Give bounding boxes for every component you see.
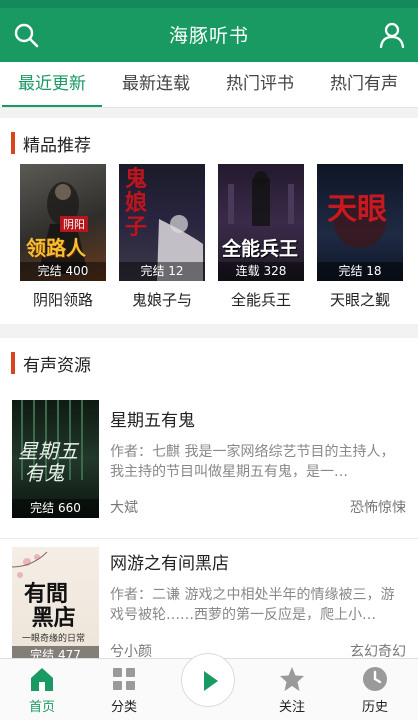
book-description: 作者：七麒 我是一家网络综艺节目的主持人，我主持的节目叫做星期五有鬼，是一… — [110, 444, 395, 480]
book-name: 鬼娘子与 — [131, 291, 192, 309]
book-description: 作者：二谦 游戏之中相处半年的情缘被三，游戏号被轮……西萝的第一反应是，爬上小… — [110, 587, 395, 623]
play-icon — [204, 671, 218, 691]
book-cover: 天眼 完结 18 — [317, 164, 403, 281]
play-button[interactable] — [181, 653, 235, 707]
tab-new-serials[interactable]: 最新连载 — [104, 62, 208, 107]
book-cover: 星期五 有鬼 完结 660 — [12, 400, 99, 518]
cover-title-text: 星期五 有鬼 — [18, 439, 78, 485]
tab-popular-storytelling[interactable]: 热门评书 — [208, 62, 312, 107]
book-cover: 阴阳 领路人 完结 400 — [20, 164, 106, 281]
nav-follow[interactable]: 关注 — [262, 665, 322, 715]
section-marker — [11, 352, 15, 374]
app-bar: 海豚听书 — [0, 8, 418, 62]
cover-title-text: 全能兵王 — [222, 238, 299, 260]
nav-history[interactable]: 历史 — [345, 665, 405, 715]
category-tabs: 最近更新 最新连载 热门评书 热门有声 — [0, 62, 418, 108]
status-bar — [0, 0, 418, 8]
book-title: 网游之有间黑店 — [110, 554, 229, 574]
featured-book[interactable]: 全能兵王 连载 328 全能兵王 — [218, 164, 308, 310]
book-cover: 鬼娘子 完结 12 — [119, 164, 205, 281]
book-narrator: 大斌 — [110, 500, 138, 516]
book-status: 完结 660 — [12, 499, 99, 518]
audio-section: 有声资源 星期五 有鬼 完结 660 星期五有鬼 作者：七麒 我是一家网络综艺节… — [0, 338, 418, 665]
book-cover: 全能兵王 连载 328 — [218, 164, 304, 281]
featured-section: 精品推荐 阴阳 领路人 完结 400 阴阳领路 鬼娘子 完结 12 鬼娘子与 全… — [0, 118, 418, 324]
cover-title-text: 有間 黑店 — [24, 582, 76, 631]
home-icon — [31, 668, 53, 691]
bottom-navigation: 首页 分类 关注 历史 — [0, 653, 418, 720]
section-marker — [11, 132, 15, 154]
book-title: 星期五有鬼 — [110, 411, 195, 431]
book-cover: 有間 黑店 一眼奇缘的日常 完结 477 — [12, 547, 99, 665]
cover-title-text: 领路人 — [26, 236, 86, 260]
tab-recent-updates[interactable]: 最近更新 — [0, 62, 104, 107]
audio-title: 有声资源 — [23, 355, 91, 376]
featured-title: 精品推荐 — [23, 135, 91, 156]
featured-book[interactable]: 天眼 完结 18 天眼之觐 — [317, 164, 407, 310]
book-status: 完结 12 — [119, 262, 205, 281]
profile-button[interactable] — [376, 19, 408, 51]
nav-history-label: 历史 — [361, 700, 388, 715]
list-item[interactable]: 星期五 有鬼 完结 660 星期五有鬼 作者：七麒 我是一家网络综艺节目的主持人… — [0, 400, 418, 536]
app-title: 海豚听书 — [168, 25, 249, 47]
star-icon — [280, 667, 304, 691]
cover-title-text: 鬼娘子 — [125, 167, 148, 240]
nav-category-label: 分类 — [110, 700, 137, 715]
book-name: 全能兵王 — [230, 291, 291, 309]
cover-subtitle: 一眼奇缘的日常 — [22, 634, 86, 644]
featured-book[interactable]: 阴阳 领路人 完结 400 阴阳领路 — [20, 164, 110, 310]
featured-book[interactable]: 鬼娘子 完结 12 鬼娘子与 — [119, 164, 209, 310]
cover-title-badge: 阴阳 — [60, 216, 88, 232]
user-icon — [379, 22, 405, 49]
tab-popular-audio[interactable]: 热门有声 — [312, 62, 416, 107]
nav-category[interactable]: 分类 — [94, 665, 154, 715]
nav-home-label: 首页 — [28, 700, 55, 715]
book-status: 完结 18 — [317, 262, 403, 281]
book-genre: 恐怖惊悚 — [350, 500, 406, 516]
nav-follow-label: 关注 — [278, 700, 305, 715]
book-status: 完结 400 — [20, 262, 106, 281]
history-icon — [363, 667, 387, 691]
book-name: 天眼之觐 — [329, 291, 390, 309]
book-status: 连载 328 — [218, 262, 304, 281]
nav-home[interactable]: 首页 — [12, 665, 72, 715]
book-name: 阴阳领路 — [32, 291, 93, 309]
category-icon — [113, 668, 135, 690]
cover-title-text: 天眼 — [327, 192, 387, 227]
